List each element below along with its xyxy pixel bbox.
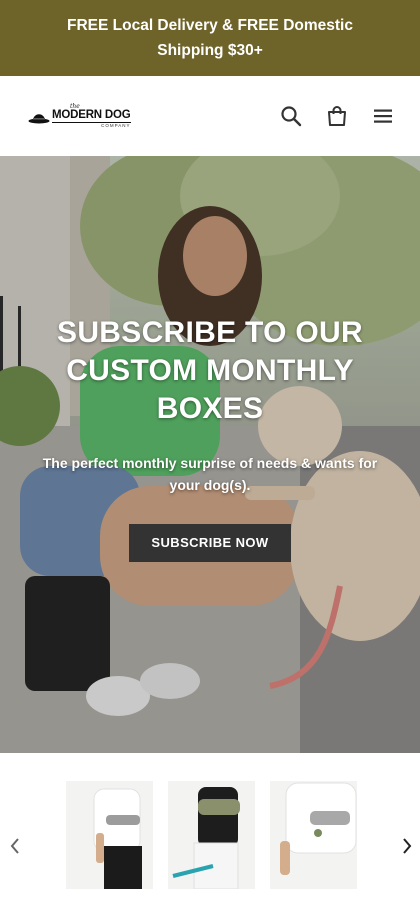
header-actions xyxy=(280,105,394,127)
product-image xyxy=(168,781,255,889)
announcement-bar: FREE Local Delivery & FREE Domestic Ship… xyxy=(0,0,420,76)
search-icon[interactable] xyxy=(280,105,302,127)
product-image xyxy=(66,781,153,889)
hamburger-menu-icon[interactable] xyxy=(372,105,394,127)
bowler-hat-icon xyxy=(28,114,50,124)
hero-banner: SUBSCRIBE TO OUR CUSTOM MONTHLY BOXES Th… xyxy=(0,156,420,753)
site-header: the MODERN DOG COMPANY xyxy=(0,76,420,156)
chevron-left-icon[interactable] xyxy=(6,835,24,857)
logo-sub-text: COMPANY xyxy=(101,123,131,128)
announcement-text: FREE Local Delivery & FREE Domestic Ship… xyxy=(67,17,353,59)
product-carousel xyxy=(0,753,420,908)
logo[interactable]: the MODERN DOG COMPANY xyxy=(28,103,131,129)
product-image xyxy=(270,781,357,889)
product-thumbnail[interactable] xyxy=(168,781,255,889)
product-thumbnail[interactable] xyxy=(66,781,153,889)
shopping-bag-icon[interactable] xyxy=(326,105,348,127)
hero-subtitle: The perfect monthly surprise of needs & … xyxy=(42,455,378,493)
logo-main-text: MODERN DOG xyxy=(52,109,131,123)
product-thumbnail[interactable] xyxy=(270,781,357,889)
hero-title: SUBSCRIBE TO OUR CUSTOM MONTHLY BOXES xyxy=(57,316,363,425)
chevron-right-icon[interactable] xyxy=(398,835,416,857)
subscribe-now-button[interactable]: SUBSCRIBE NOW xyxy=(129,524,291,562)
hero-content: SUBSCRIBE TO OUR CUSTOM MONTHLY BOXES Th… xyxy=(0,314,420,562)
